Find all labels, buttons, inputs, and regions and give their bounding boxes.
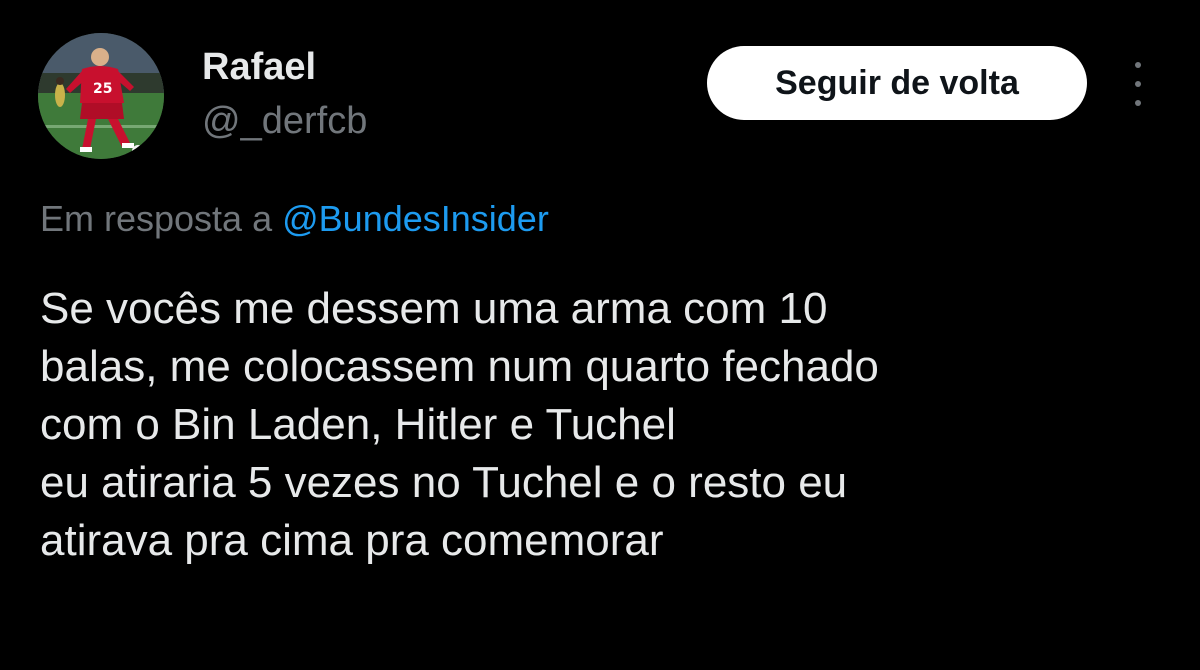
tweet-line: Se vocês me dessem uma arma com 10 <box>40 284 828 333</box>
jersey-number: 25 <box>93 81 112 97</box>
tweet-line: atirava pra cima pra comemorar <box>40 516 664 565</box>
user-avatar[interactable]: 25 <box>38 33 164 159</box>
more-dot <box>1135 81 1141 87</box>
user-handle[interactable]: @_derfcb <box>202 98 367 144</box>
reply-prefix: Em resposta a <box>40 198 273 239</box>
reply-mention-link[interactable]: @BundesInsider <box>282 198 549 239</box>
tweet-line: balas, me colocassem num quarto fechado <box>40 342 879 391</box>
reply-context: Em resposta a @BundesInsider <box>40 194 549 244</box>
display-name[interactable]: Rafael <box>202 44 367 90</box>
player-photo-avatar-icon: 25 <box>38 33 164 159</box>
tweet-card: 25 Rafael @_derfcb Seguir de volta Em re… <box>0 0 1200 670</box>
tweet-text: Se vocês me dessem uma arma com 10 balas… <box>40 280 1180 570</box>
user-meta: Rafael @_derfcb <box>202 44 367 144</box>
more-dot <box>1135 62 1141 68</box>
tweet-line: com o Bin Laden, Hitler e Tuchel <box>40 400 676 449</box>
tweet-line: eu atiraria 5 vezes no Tuchel e o resto … <box>40 458 848 507</box>
more-vertical-icon[interactable] <box>1124 62 1152 106</box>
follow-back-button[interactable]: Seguir de volta <box>707 46 1087 120</box>
more-dot <box>1135 100 1141 106</box>
